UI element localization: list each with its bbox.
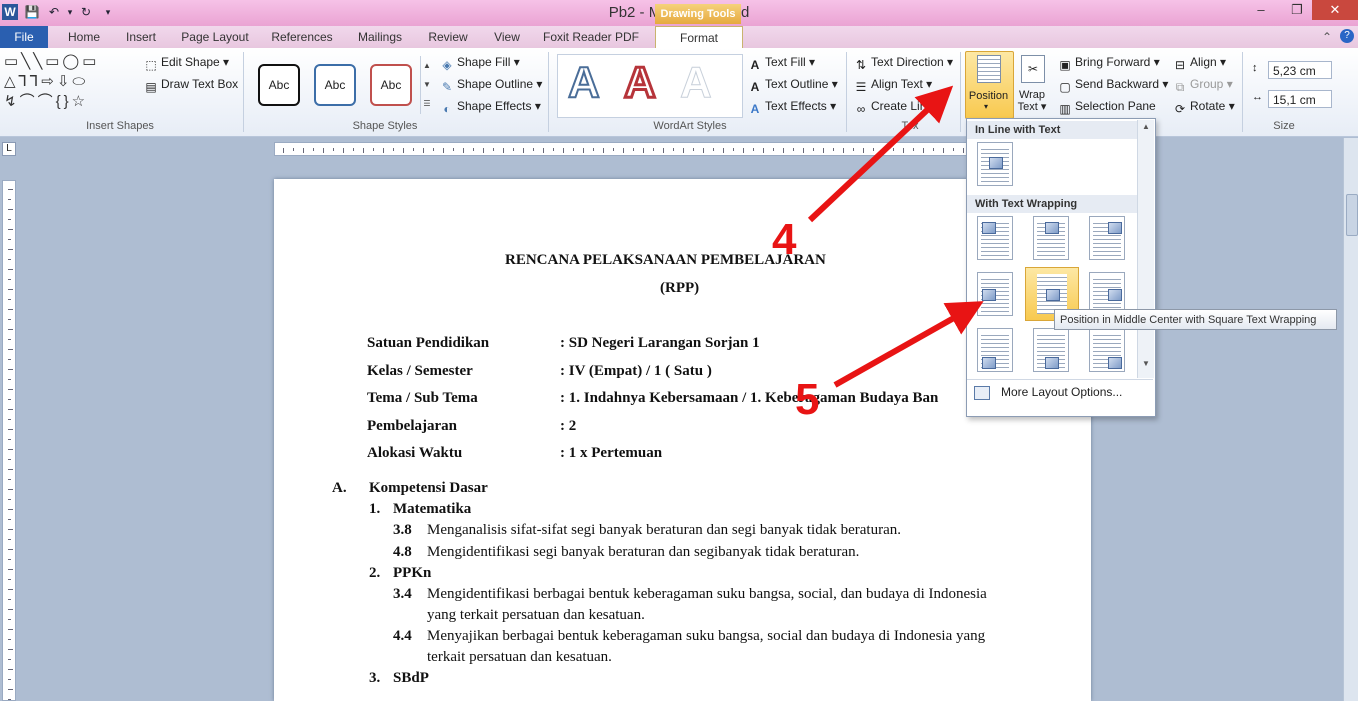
- annotation-arrows: [807, 85, 984, 388]
- arrow-to-middle-left: [833, 301, 984, 388]
- arrow-to-position: [807, 85, 954, 223]
- step-4-label: 4: [772, 215, 797, 264]
- step-5-label: 5: [795, 375, 820, 424]
